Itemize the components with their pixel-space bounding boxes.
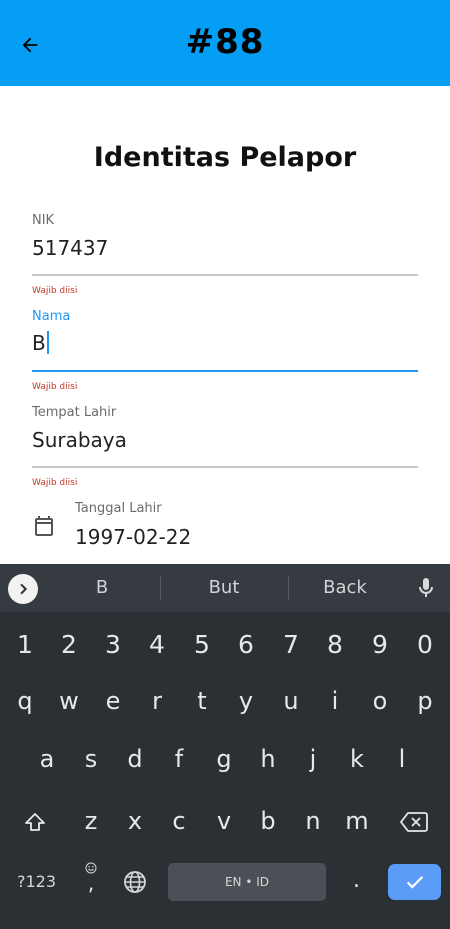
key-3[interactable]: 3	[91, 630, 135, 659]
nik-underline	[32, 274, 418, 276]
key-h[interactable]: h	[246, 745, 290, 773]
key-v[interactable]: v	[202, 807, 246, 835]
app-bar: #88	[0, 0, 450, 86]
reporter-form: Identitas Pelapor NIK 517437 Wajib diisi…	[0, 86, 450, 564]
symbols-key[interactable]: ?123	[17, 872, 56, 891]
key-t[interactable]: t	[180, 687, 224, 715]
key-r[interactable]: r	[135, 687, 179, 715]
globe-icon	[124, 871, 146, 893]
key-e[interactable]: e	[91, 687, 135, 715]
key-m[interactable]: m	[335, 807, 379, 835]
key-0[interactable]: 0	[403, 630, 447, 659]
key-g[interactable]: g	[202, 745, 246, 773]
key-p[interactable]: p	[403, 687, 447, 715]
language-key[interactable]	[123, 870, 147, 898]
chevron-right-icon	[20, 583, 28, 595]
tempat-lahir-helper: Wajib diisi	[32, 478, 78, 488]
key-1[interactable]: 1	[3, 630, 47, 659]
key-4[interactable]: 4	[135, 630, 179, 659]
key-z[interactable]: z	[69, 807, 113, 835]
key-c[interactable]: c	[157, 807, 201, 835]
space-bar[interactable]: EN • ID	[168, 863, 326, 901]
text-cursor	[46, 331, 49, 354]
suggestion-3[interactable]: Back	[285, 577, 405, 598]
nik-helper: Wajib diisi	[32, 286, 78, 296]
page-title: #88	[185, 22, 265, 62]
nik-label: NIK	[32, 213, 55, 228]
key-l[interactable]: l	[380, 745, 424, 773]
nama-input[interactable]: B	[32, 331, 49, 355]
key-x[interactable]: x	[113, 807, 157, 835]
key-q[interactable]: q	[3, 687, 47, 715]
nama-underline	[32, 370, 418, 372]
suggestion-1[interactable]: B	[42, 577, 162, 598]
shift-icon	[25, 813, 45, 831]
soft-keyboard: B But Back 1 2 3 4 5 6 7 8 9 0 q w e r t…	[0, 564, 450, 929]
tanggal-lahir-label: Tanggal Lahir	[75, 501, 162, 516]
key-a[interactable]: a	[25, 745, 69, 773]
nama-helper: Wajib diisi	[32, 382, 78, 392]
shift-key[interactable]	[22, 810, 48, 838]
done-key[interactable]	[388, 864, 441, 900]
key-8[interactable]: 8	[313, 630, 357, 659]
expand-suggestions-button[interactable]	[8, 574, 38, 604]
suggestion-strip: B But Back	[0, 564, 450, 612]
key-2[interactable]: 2	[47, 630, 91, 659]
tempat-lahir-input[interactable]: Surabaya	[32, 428, 127, 452]
key-6[interactable]: 6	[224, 630, 268, 659]
suggestion-divider	[160, 576, 161, 600]
key-7[interactable]: 7	[269, 630, 313, 659]
key-j[interactable]: j	[291, 745, 335, 773]
backspace-key[interactable]	[400, 811, 428, 837]
key-5[interactable]: 5	[180, 630, 224, 659]
tempat-lahir-label: Tempat Lahir	[32, 405, 117, 420]
key-k[interactable]: k	[335, 745, 379, 773]
key-y[interactable]: y	[224, 687, 268, 715]
microphone-icon[interactable]	[414, 576, 438, 600]
key-9[interactable]: 9	[358, 630, 402, 659]
key-i[interactable]: i	[313, 687, 357, 715]
tanggal-lahir-input[interactable]: 1997-02-22	[75, 525, 191, 549]
key-s[interactable]: s	[69, 745, 113, 773]
nama-label: Nama	[32, 309, 71, 324]
tempat-lahir-underline	[32, 466, 418, 468]
period-key[interactable]: .	[353, 868, 360, 893]
key-f[interactable]: f	[157, 745, 201, 773]
key-d[interactable]: d	[113, 745, 157, 773]
key-w[interactable]: w	[47, 687, 91, 715]
key-n[interactable]: n	[291, 807, 335, 835]
comma-label: ,	[87, 871, 95, 895]
comma-key[interactable]: ,	[82, 862, 100, 894]
calendar-icon[interactable]	[32, 514, 56, 538]
key-u[interactable]: u	[269, 687, 313, 715]
key-b[interactable]: b	[246, 807, 290, 835]
nama-value: B	[32, 331, 46, 355]
nik-input[interactable]: 517437	[32, 236, 108, 260]
backspace-icon	[400, 812, 428, 832]
checkmark-icon	[406, 876, 423, 889]
key-o[interactable]: o	[358, 687, 402, 715]
suggestion-2[interactable]: But	[164, 577, 284, 598]
form-title: Identitas Pelapor	[93, 142, 357, 173]
